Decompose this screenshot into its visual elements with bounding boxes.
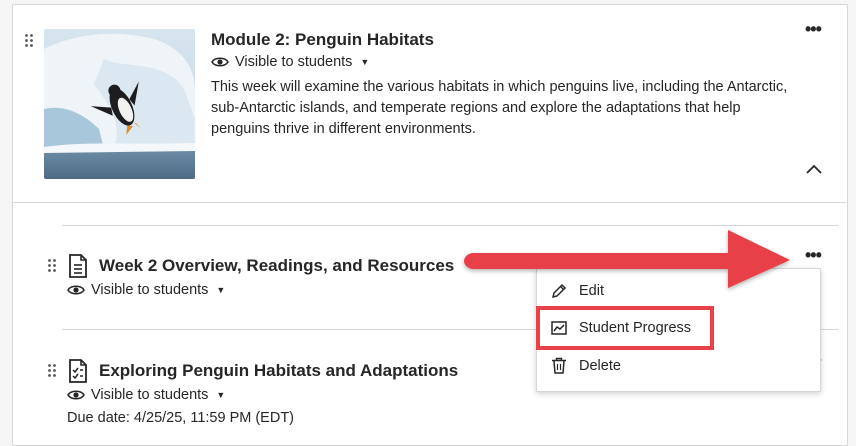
caret-down-icon: ▼ [216,390,226,400]
menu-item-edit[interactable]: Edit [551,283,604,299]
drag-handle-icon[interactable] [48,259,56,272]
item-title[interactable]: Exploring Penguin Habitats and Adaptatio… [99,361,458,381]
pencil-icon [551,283,567,299]
menu-item-label: Student Progress [579,320,692,336]
module-visibility-dropdown[interactable]: Visible to students ▼ [211,54,369,70]
menu-item-label: Delete [579,357,621,374]
menu-item-student-progress[interactable]: Student Progress [551,320,691,336]
context-menu: Edit Student Progress Delete [536,268,821,392]
module-description: This week will examine the various habit… [211,79,788,137]
item-visibility-dropdown[interactable]: Visible to students ▼ [67,387,225,403]
module-visibility-label: Visible to students [235,54,353,70]
caret-down-icon: ▼ [216,285,226,295]
assignment-icon [69,359,87,383]
eye-icon [211,57,229,67]
module-thumbnail [44,29,195,179]
item-title[interactable]: Week 2 Overview, Readings, and Resources [99,256,454,276]
item-visibility-dropdown[interactable]: Visible to students ▼ [67,282,225,298]
chevron-up-icon[interactable] [805,163,823,175]
document-icon [69,254,87,278]
module-more-options-icon[interactable]: ••• [805,20,822,38]
item-more-options-icon[interactable]: ••• [805,246,822,264]
item-visibility-label: Visible to students [91,282,209,298]
menu-item-delete[interactable]: Delete [551,357,621,374]
module-title[interactable]: Module 2: Penguin Habitats [211,30,434,50]
item-visibility-label: Visible to students [91,387,209,403]
drag-handle-icon[interactable] [48,364,56,377]
student-progress-icon [551,321,567,335]
eye-icon [67,390,85,400]
caret-down-icon: ▼ [360,57,370,67]
due-date: Due date: 4/25/25, 11:59 PM (EDT) [67,410,295,426]
eye-icon [67,285,85,295]
menu-item-label: Edit [579,283,604,299]
module-divider [13,202,846,203]
drag-handle-icon[interactable] [25,34,33,47]
trash-icon [552,357,566,374]
penguin-on-ice-image [44,29,195,179]
item-divider [62,225,838,226]
